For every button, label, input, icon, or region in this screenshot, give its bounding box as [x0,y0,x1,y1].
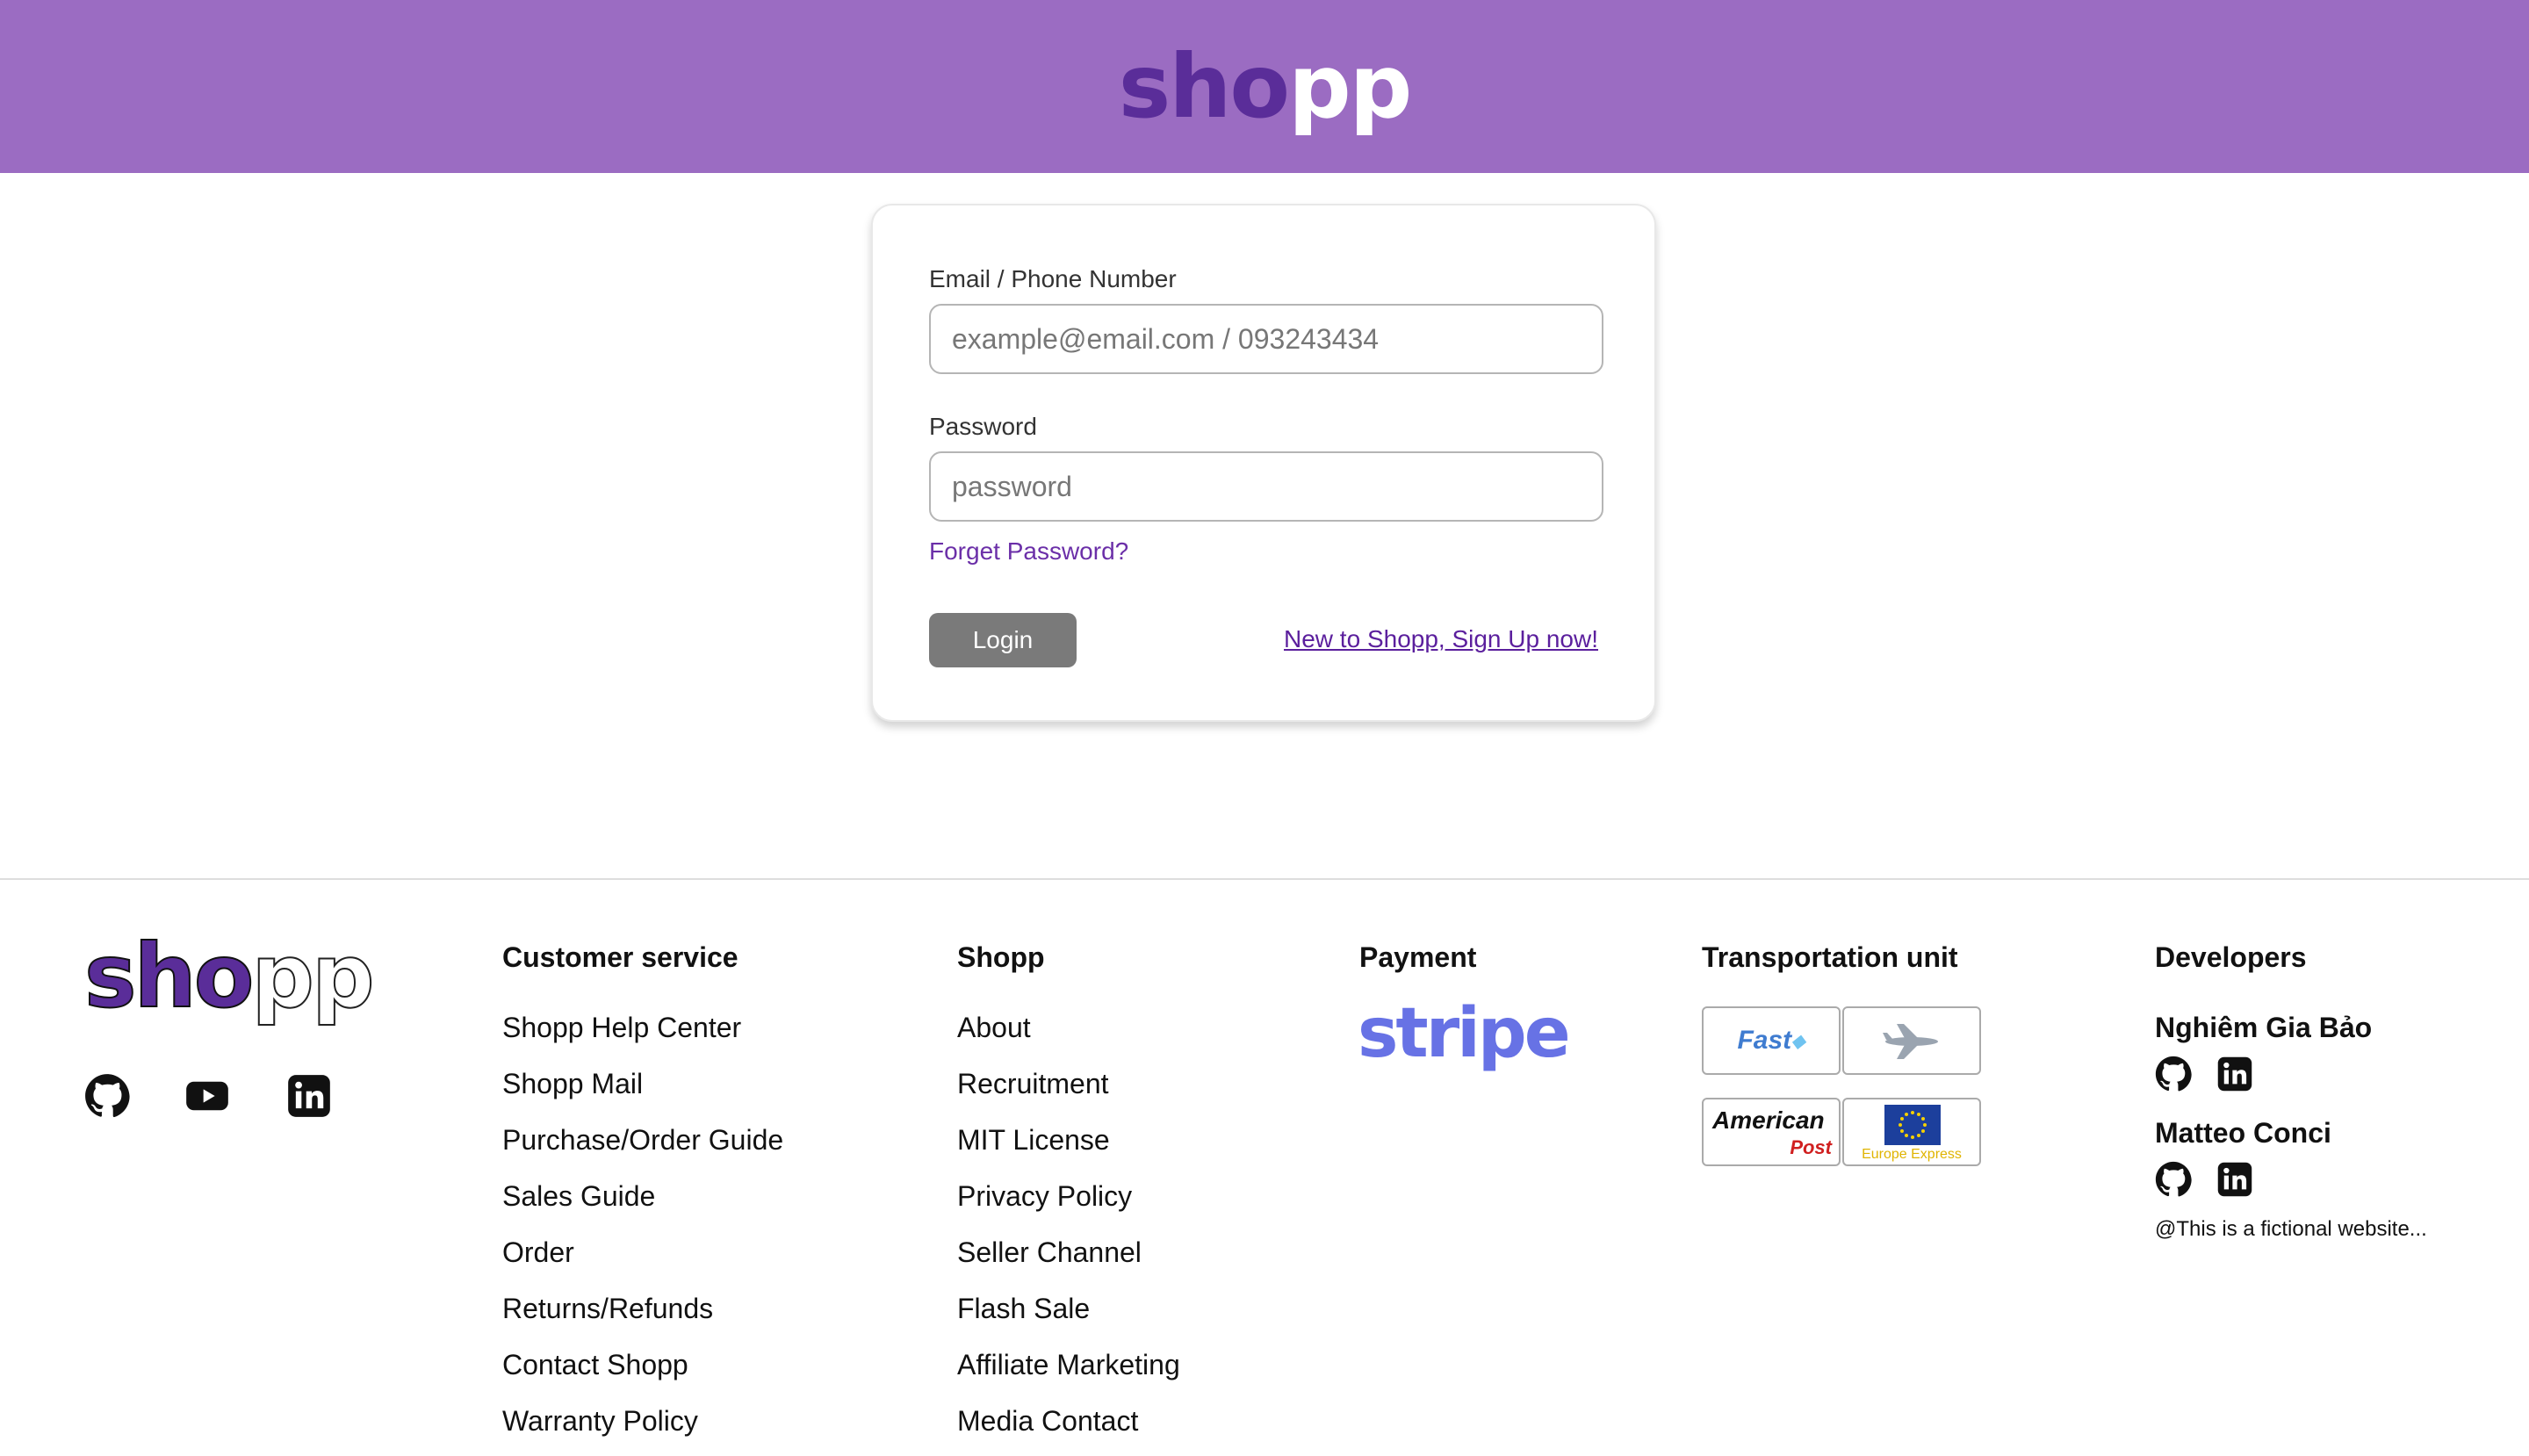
github-icon[interactable] [84,1073,130,1119]
email-label: Email / Phone Number [929,265,1177,292]
password-input[interactable] [929,451,1603,522]
site-logo[interactable]: shopp [1119,42,1413,131]
signup-link[interactable]: New to Shopp, Sign Up now! [1284,625,1598,653]
linkedin-icon[interactable] [2216,1161,2253,1198]
customer-service-title: Customer service [502,941,739,973]
shopp-list: About Recruitment MIT License Privacy Po… [957,1006,1180,1456]
customer-service-list: Shopp Help Center Shopp Mail Purchase/Or… [502,1006,783,1456]
transport-logo-fast[interactable]: Fast ◆ [1702,1006,1841,1075]
payment-title: Payment [1359,941,1477,973]
footer-link[interactable]: Media Contact [957,1400,1180,1456]
footer-logo-part-1: sho [83,925,255,1027]
forgot-password-link[interactable]: Forget Password? [929,537,1128,566]
footer-link[interactable]: Recruitment [957,1063,1180,1119]
login-card: Email / Phone Number Password Forget Pas… [871,204,1656,722]
stripe-logo[interactable]: stripe [1358,999,1571,1068]
logo-part-2: pp [1288,34,1412,138]
footer-link[interactable]: Sales Guide [502,1175,783,1231]
footer-link[interactable]: Flash Sale [957,1287,1180,1344]
site-header: shopp [0,0,2529,173]
developers-title: Developers [2155,941,2307,973]
footer-link[interactable]: Shopp Mail [502,1063,783,1119]
europe-express-text: Europe Express [1862,1147,1962,1162]
developer-name: Nghiêm Gia Bảo [2155,1012,2373,1043]
footer-link[interactable]: Purchase/Order Guide [502,1119,783,1175]
footer-divider [0,878,2529,880]
eu-flag-icon [1884,1105,1941,1145]
american-post-subtext: Post [1790,1136,1832,1158]
linkedin-icon[interactable] [286,1073,332,1119]
footer-link[interactable]: Returns/Refunds [502,1287,783,1344]
transport-logo-american-post[interactable]: American Post [1702,1098,1841,1166]
youtube-icon[interactable] [184,1073,230,1119]
airplane-icon [1883,1024,1938,1059]
developer-name: Matteo Conci [2155,1117,2331,1149]
transport-logo-europe-express[interactable]: Europe Express [1842,1098,1981,1166]
footer-logo-part-2: pp [250,925,375,1027]
footer-link[interactable]: About [957,1006,1180,1063]
transport-logo-plane[interactable] [1842,1006,1981,1075]
footer-link[interactable]: Shopp Help Center [502,1006,783,1063]
fast-logo-text: Fast [1737,1026,1792,1055]
footer-link[interactable]: Warranty Policy [502,1400,783,1456]
github-icon[interactable] [2155,1056,2192,1092]
footer-link[interactable]: Seller Channel [957,1231,1180,1287]
footer-link[interactable]: MIT License [957,1119,1180,1175]
login-button[interactable]: Login [929,613,1077,667]
footer-link[interactable]: Order [502,1231,783,1287]
password-label: Password [929,413,1037,440]
american-post-text: American [1712,1106,1825,1134]
footer-logo[interactable]: shopp [83,932,376,1021]
fictional-note: @This is a fictional website... [2155,1217,2427,1241]
footer-link[interactable]: Affiliate Marketing [957,1344,1180,1400]
footer-link[interactable]: Contact Shopp [502,1344,783,1400]
shopp-section-title: Shopp [957,941,1045,973]
footer-link[interactable]: Privacy Policy [957,1175,1180,1231]
email-input[interactable] [929,304,1603,374]
github-icon[interactable] [2155,1161,2192,1198]
linkedin-icon[interactable] [2216,1056,2253,1092]
logo-part-1: sho [1118,34,1290,138]
transport-title: Transportation unit [1702,941,1958,973]
